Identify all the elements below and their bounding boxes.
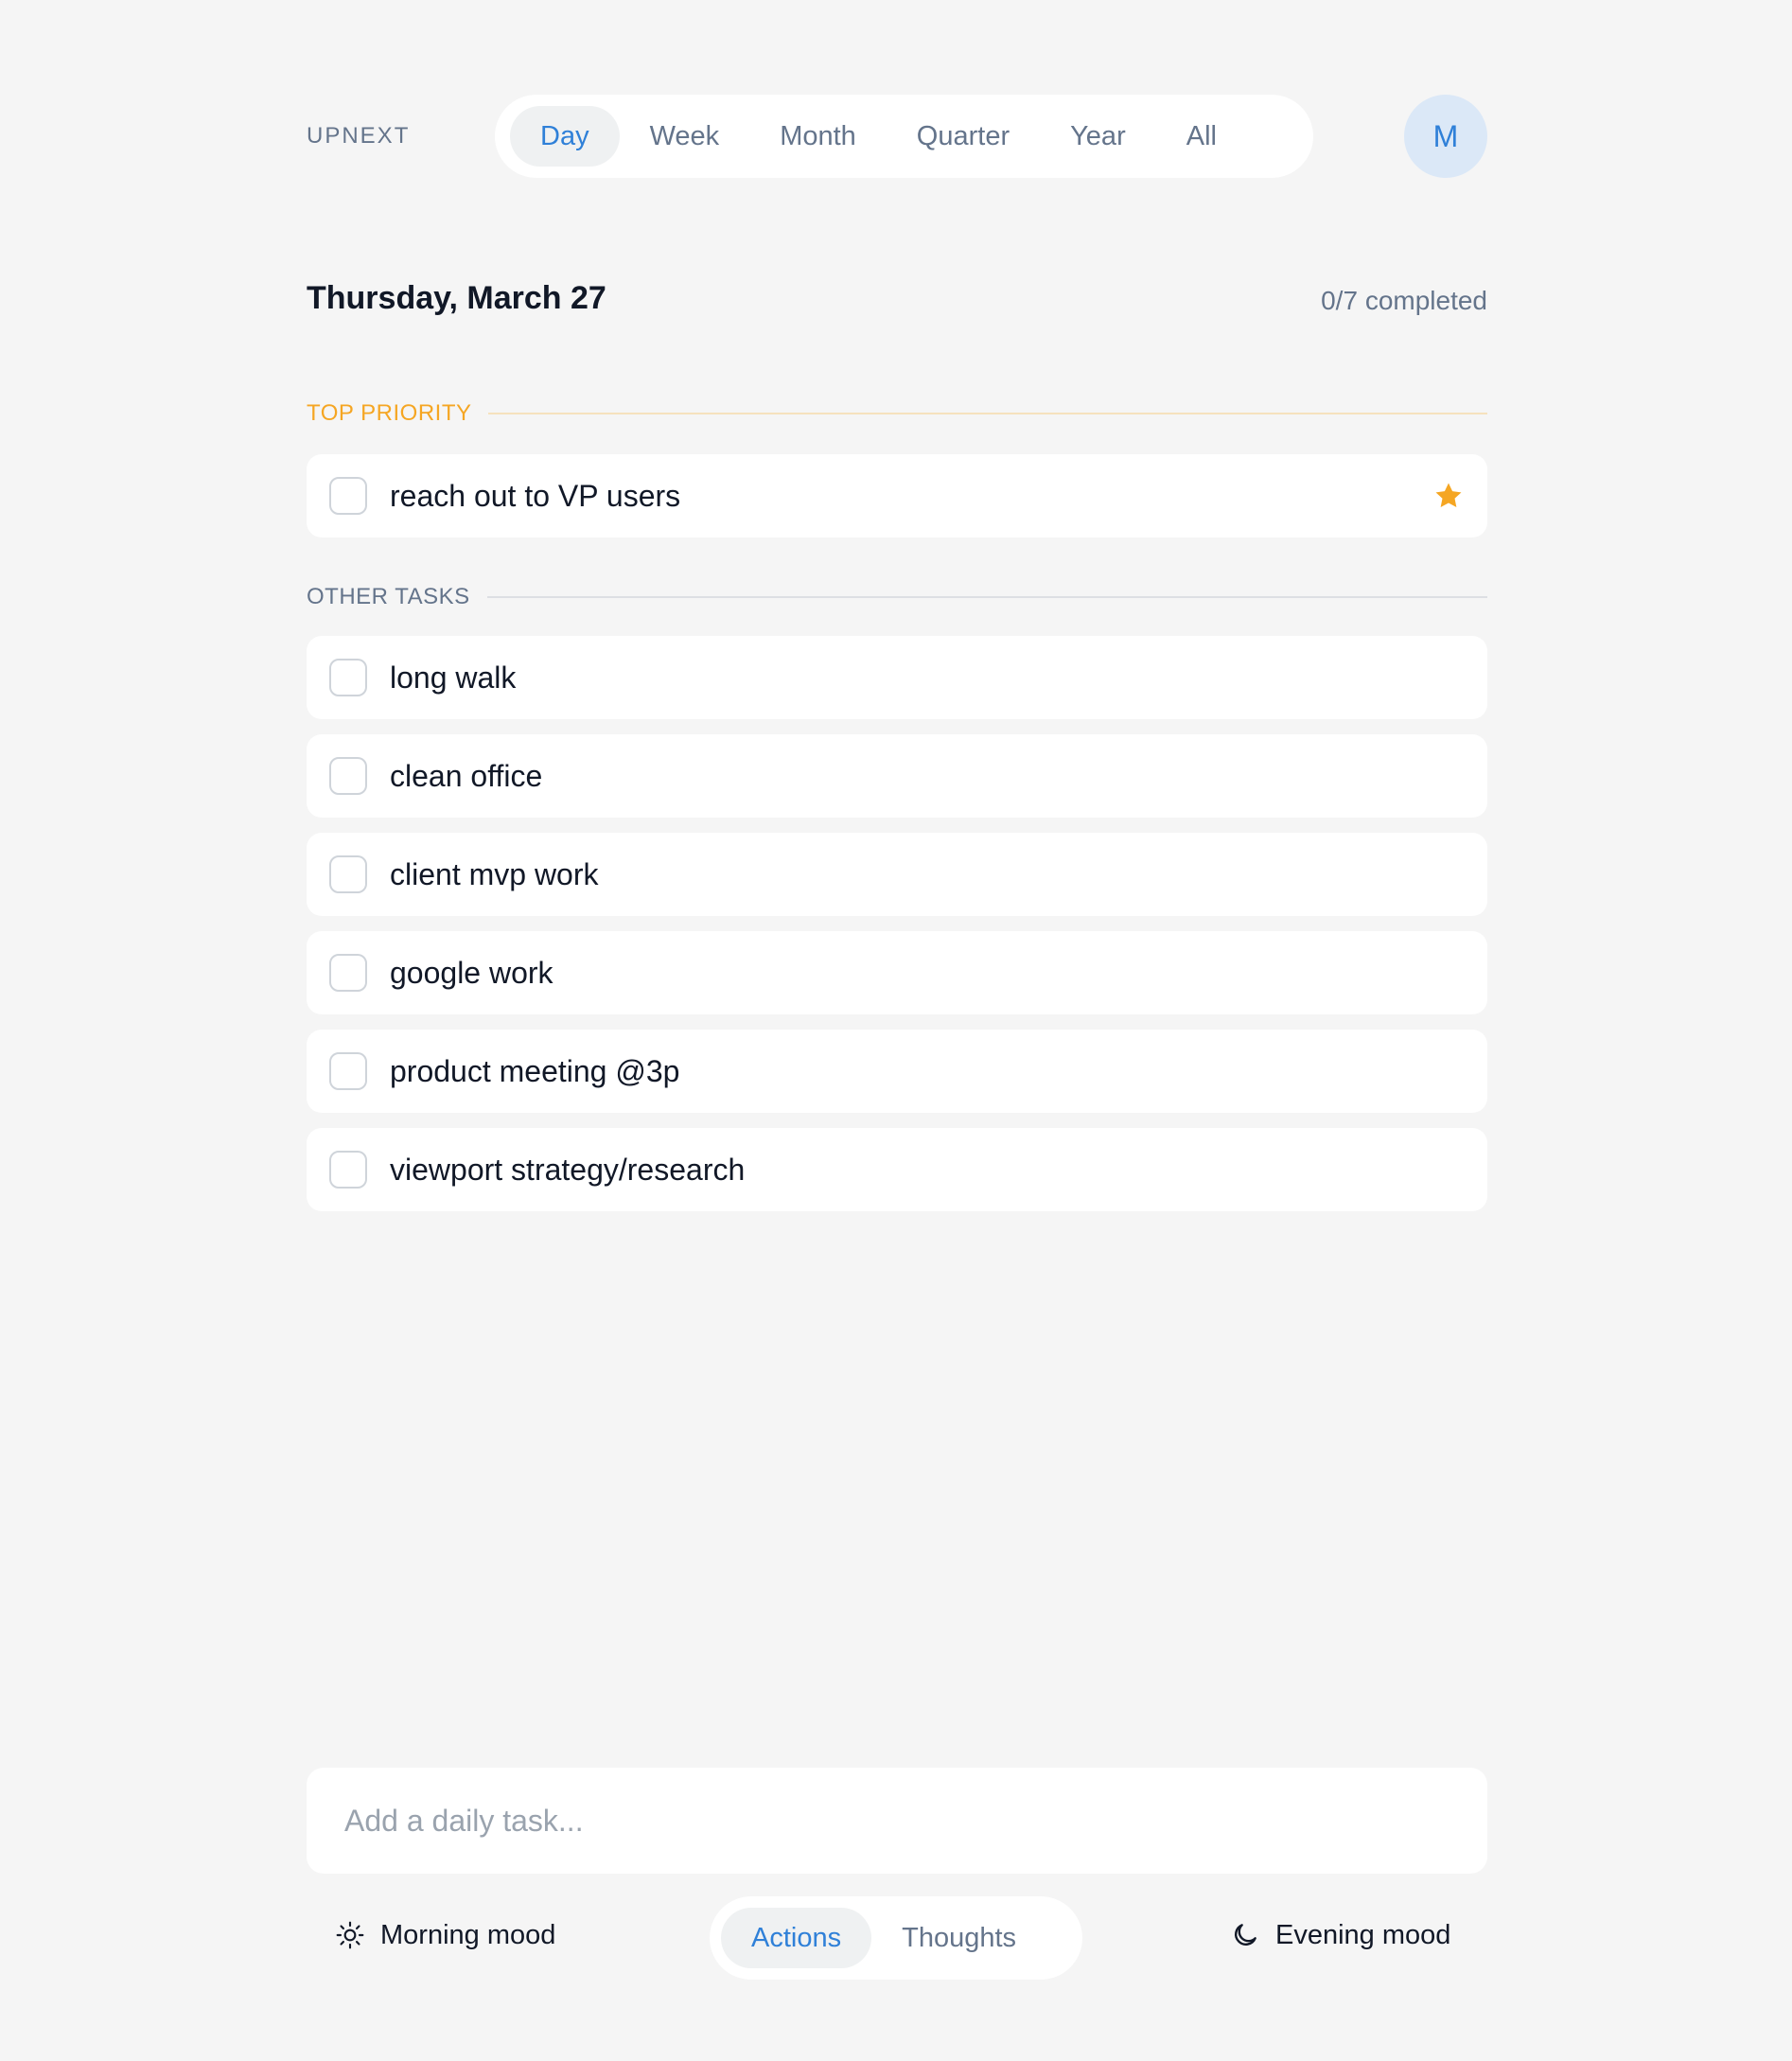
- task-label: client mvp work: [390, 856, 599, 891]
- task-row: product meeting @3p: [307, 1030, 1487, 1113]
- task-row: long walk: [307, 636, 1487, 719]
- task-row: clean office: [307, 734, 1487, 818]
- tab-quarter[interactable]: Quarter: [887, 106, 1040, 167]
- other-tasks-divider: [486, 596, 1487, 598]
- completed-count: 0/7 completed: [1321, 286, 1487, 315]
- task-label: long walk: [390, 660, 517, 695]
- top-priority-heading: TOP PRIORITY: [307, 397, 1487, 430]
- task-row: google work: [307, 931, 1487, 1014]
- tab-year[interactable]: Year: [1040, 106, 1156, 167]
- task-row: viewport strategy/research: [307, 1128, 1487, 1211]
- top-priority-label: TOP PRIORITY: [307, 400, 472, 426]
- task-checkbox[interactable]: [329, 757, 367, 795]
- star-icon[interactable]: [1432, 480, 1465, 512]
- task-label: viewport strategy/research: [390, 1152, 746, 1187]
- task-label: reach out to VP users: [390, 478, 681, 513]
- mode-tabs: Actions Thoughts: [710, 1896, 1082, 1980]
- tab-thoughts[interactable]: Thoughts: [871, 1908, 1046, 1968]
- morning-mood-button[interactable]: Morning mood: [335, 1911, 555, 1959]
- tab-month[interactable]: Month: [749, 106, 887, 167]
- page-title: Thursday, March 27: [307, 280, 606, 316]
- tab-all[interactable]: All: [1156, 106, 1247, 167]
- top-priority-divider: [488, 413, 1487, 414]
- app-page: UPNEXT Day Week Month Quarter Year All M…: [0, 0, 1792, 2061]
- task-checkbox[interactable]: [329, 954, 367, 992]
- add-task-input[interactable]: [307, 1768, 1487, 1874]
- task-label: clean office: [390, 758, 543, 793]
- priority-task-row: reach out to VP users: [307, 454, 1487, 537]
- tab-week[interactable]: Week: [620, 106, 750, 167]
- evening-mood-label: Evening mood: [1275, 1919, 1451, 1950]
- tab-actions[interactable]: Actions: [721, 1908, 872, 1968]
- task-checkbox[interactable]: [329, 659, 367, 696]
- task-label: product meeting @3p: [390, 1053, 680, 1088]
- other-tasks-heading: OTHER TASKS: [307, 581, 1487, 613]
- task-checkbox[interactable]: [329, 1052, 367, 1090]
- task-checkbox[interactable]: [329, 1151, 367, 1189]
- sun-icon: [336, 1921, 364, 1949]
- morning-mood-label: Morning mood: [380, 1919, 556, 1950]
- avatar[interactable]: M: [1404, 95, 1487, 178]
- task-checkbox[interactable]: [329, 477, 367, 515]
- brand-logo: UPNEXT: [307, 123, 411, 149]
- evening-mood-button[interactable]: Evening mood: [1230, 1911, 1450, 1959]
- task-checkbox[interactable]: [329, 855, 367, 893]
- period-tabs: Day Week Month Quarter Year All: [495, 95, 1313, 178]
- other-tasks-label: OTHER TASKS: [307, 584, 470, 609]
- task-row: client mvp work: [307, 833, 1487, 916]
- moon-icon: [1235, 1924, 1256, 1946]
- task-label: google work: [390, 955, 553, 990]
- tab-day[interactable]: Day: [510, 106, 620, 167]
